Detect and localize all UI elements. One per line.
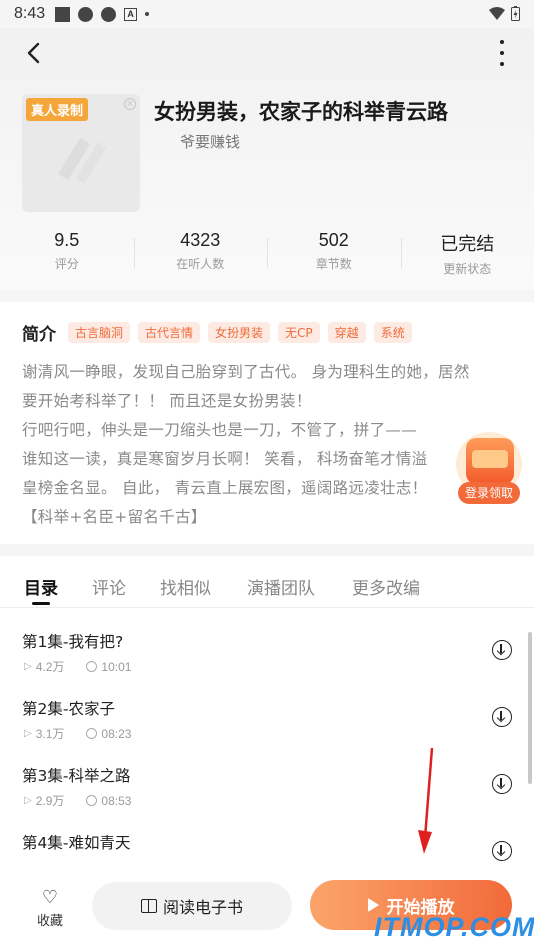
tag-chip[interactable]: 女扮男装 [208,322,271,343]
stat-label: 更新状态 [443,262,492,276]
play-count-icon: ▷ [24,795,32,806]
play-count: 4.2万 [35,660,65,674]
book-title: 女扮男装，农家子的科举青云路 [154,100,448,124]
download-icon[interactable] [492,707,512,727]
download-icon[interactable] [492,640,512,660]
cover-placeholder-icon [58,138,106,184]
download-icon[interactable] [492,774,512,794]
read-ebook-button[interactable]: 阅读电子书 [92,882,292,930]
tag-chip[interactable]: 古代言情 [138,322,201,343]
battery-icon [511,6,520,21]
app-notification-icon-2 [101,6,117,22]
annotation-arrow-icon [418,747,434,854]
stat-value: 9.5 [54,230,80,250]
stat-update-status: 已完结 更新状态 [400,230,534,280]
intro-line: 要开始考科举了！！ 而且还是女扮男装！ [22,392,312,410]
a-badge-icon: A [124,7,138,21]
tab-catalog[interactable]: 目录 [24,574,58,599]
intro-card: 简介 古言脑洞 古代言情 女扮男装 无CP 穿越 系统 谢清风一睁眼，发现自己胎… [0,302,534,544]
episode-title: 第2集-农家子 [22,700,115,718]
favorite-label: 收藏 [36,914,63,929]
stat-listeners: 4323 在听人数 [133,230,268,280]
more-dot-icon [500,40,504,44]
active-tab-indicator [32,602,50,605]
stat-label: 章节数 [315,257,352,271]
stat-chapters: 502 章节数 [267,230,401,280]
episode-meta: ▷ 4.2万 10:01 [24,658,131,675]
clock-icon [86,661,98,672]
intro-line: 【科举+名臣+留名千古】 [22,508,207,526]
download-icon[interactable] [492,841,512,861]
tag-chip[interactable]: 穿越 [327,322,366,343]
notification-icon [55,6,71,22]
real-voice-badge: 真人录制 [26,98,89,121]
red-packet-icon [466,438,514,484]
clock-icon [86,728,98,739]
status-bar: 8:43 A [0,0,534,28]
tag-chip[interactable]: 古言脑洞 [68,322,131,343]
episode-meta: ▷ 2.9万 08:53 [24,792,131,809]
episode-title: 第1集-我有把? [22,633,124,651]
episode-title: 第3集-科举之路 [22,767,131,785]
episode-row[interactable]: 第1集-我有把? ▷ 4.2万 10:01 [0,608,534,675]
tab-comments[interactable]: 评论 [92,574,126,599]
app-notification-icon [78,6,94,22]
login-reward-label: 登录领取 [458,482,520,504]
book-header: 真人录制 × 女扮男装，农家子的科举青云路 爷要赚钱 9.5 评分 4323 在… [0,28,534,290]
tab-adaptations[interactable]: 更多改编 [352,574,420,599]
tab-cast[interactable]: 演播团队 [247,574,315,599]
intro-line: 谁知这一读，真是寒窗岁月长啊！ 笑看， 科场奋笔才情溢 [22,450,428,468]
book-author[interactable]: 爷要赚钱 [180,131,240,152]
more-dot-icon [500,62,504,66]
stat-label: 在听人数 [176,257,225,271]
tab-similar[interactable]: 找相似 [160,574,211,599]
wifi-icon [489,6,505,20]
play-count-icon: ▷ [24,661,32,672]
more-notifications-icon [145,12,150,16]
episode-row[interactable]: 第4集-难如青天 [0,809,534,870]
episode-meta: ▷ 3.1万 08:23 [24,725,131,742]
intro-heading: 简介 [22,325,56,345]
intro-line: 谢清风一睁眼，发现自己胎穿到了古代。 身为理科生的她，居然 [22,363,470,381]
book-icon [140,899,157,913]
stat-rating: 9.5 评分 [0,230,134,280]
play-icon [367,898,379,912]
heart-icon: ♡ [41,887,59,908]
episode-row[interactable]: 第2集-农家子 ▷ 3.1万 08:23 [0,675,534,742]
episode-list: 第1集-我有把? ▷ 4.2万 10:01 第2集-农家子 ▷ 3.1万 08:… [0,608,534,870]
stat-label: 评分 [54,257,79,271]
play-count: 3.1万 [35,727,65,741]
episode-title: 第4集-难如青天 [22,834,131,852]
stat-value: 已完结 [440,234,495,254]
cover-close-icon: × [124,98,136,110]
tag-chip[interactable]: 系统 [373,322,412,343]
stat-value: 4323 [180,230,221,250]
intro-header: 简介 古言脑洞 古代言情 女扮男装 无CP 穿越 系统 [22,320,420,345]
episode-duration: 08:53 [101,793,132,808]
book-stats: 9.5 评分 4323 在听人数 502 章节数 已完结 更新状态 [0,230,534,280]
intro-line: 皇榜金名显。 自此， 青云直上展宏图，遥阔路远凌壮志！ [22,479,428,497]
play-count-icon: ▷ [24,728,32,739]
detail-tabs: 目录 评论 找相似 演播团队 更多改编 [0,556,534,608]
intro-line: 行吧行吧，伸头是一刀缩头也是一刀，不管了，拼了—— [22,421,418,439]
status-time: 8:43 [14,5,46,22]
more-menu-button[interactable] [496,40,508,66]
tag-chip[interactable]: 无CP [278,322,320,343]
login-reward-button[interactable]: 登录领取 [456,432,522,504]
intro-text[interactable]: 谢清风一睁眼，发现自己胎穿到了古代。 身为理科生的她，居然 要开始考科举了！！ … [22,358,516,532]
favorite-button[interactable]: ♡ 收藏 [30,887,70,930]
more-dot-icon [500,51,504,55]
stat-value: 502 [318,230,349,250]
episode-row[interactable]: 第3集-科举之路 ▷ 2.9万 08:53 [0,742,534,809]
site-watermark: ITMOP.COM [374,912,534,942]
read-ebook-label: 阅读电子书 [162,898,243,917]
book-cover[interactable]: 真人录制 × [22,94,140,212]
list-scrollbar[interactable] [528,632,532,784]
back-button[interactable] [18,38,48,68]
episode-duration: 10:01 [101,659,132,674]
back-arrow-icon [27,42,40,64]
clock-icon [86,795,98,806]
play-count: 2.9万 [35,794,65,808]
episode-duration: 08:23 [101,726,132,741]
